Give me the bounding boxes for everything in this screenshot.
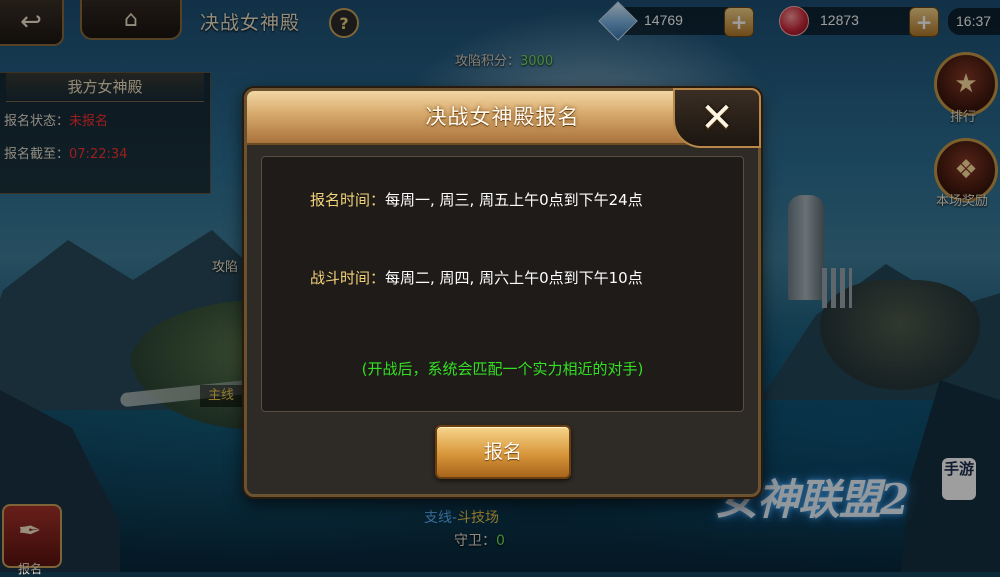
battle-time-row: 战斗时间：每周二, 周四, 周六上午0点到下午10点 [310,267,643,288]
signup-time-value: 每周一, 周三, 周五上午0点到下午24点 [385,191,643,209]
signup-time-label: 报名时间： [310,191,386,209]
close-icon: ✕ [700,95,734,141]
dialog-content: 报名时间：每周一, 周三, 周五上午0点到下午24点 战斗时间：每周二, 周四,… [261,156,744,412]
signup-time-row: 报名时间：每周一, 周三, 周五上午0点到下午24点 [310,189,643,210]
battle-time-value: 每周二, 周四, 周六上午0点到下午10点 [385,269,643,287]
matchmaking-note: (开战后，系统会匹配一个实力相近的对手) [361,360,644,378]
close-button[interactable]: ✕ [673,88,761,148]
signup-dialog: 决战女神殿报名 ✕ 报名时间：每周一, 周三, 周五上午0点到下午24点 战斗时… [244,88,761,497]
battle-time-label: 战斗时间： [310,269,386,287]
signup-button[interactable]: 报名 [435,425,571,479]
